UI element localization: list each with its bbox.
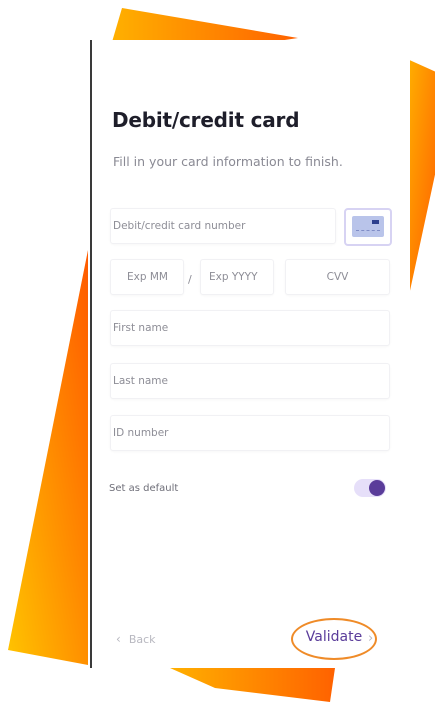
toggle-knob <box>369 480 385 496</box>
card-form-panel: Debit/credit card Fill in your card info… <box>90 40 410 668</box>
exp-year-field[interactable]: Exp YYYY <box>200 259 274 295</box>
back-button[interactable]: ‹ Back <box>116 632 156 646</box>
card-number-placeholder: Debit/credit card number <box>113 220 246 232</box>
left-decor-shape <box>8 250 88 665</box>
card-type-button[interactable] <box>344 208 392 246</box>
exp-year-placeholder: Exp YYYY <box>209 271 258 283</box>
cvv-placeholder: CVV <box>326 271 349 283</box>
date-separator: / <box>188 273 192 286</box>
bottom-decor-shape <box>170 668 335 702</box>
set-default-toggle[interactable] <box>354 479 386 497</box>
validate-highlight: Validate <box>291 618 377 660</box>
last-name-placeholder: Last name <box>113 375 168 387</box>
cvv-field[interactable]: CVV <box>285 259 390 295</box>
back-label: Back <box>128 632 156 646</box>
exp-month-field[interactable]: Exp MM <box>110 259 184 295</box>
id-number-placeholder: ID number <box>113 427 169 439</box>
id-number-field[interactable]: ID number <box>110 415 390 451</box>
card-number-field[interactable]: Debit/credit card number <box>110 208 336 244</box>
set-default-label: Set as default <box>109 483 179 494</box>
exp-month-placeholder: Exp MM <box>127 271 168 283</box>
last-name-field[interactable]: Last name <box>110 363 390 399</box>
chevron-right-icon[interactable]: › <box>368 631 373 646</box>
first-name-placeholder: First name <box>113 322 169 334</box>
first-name-field[interactable]: First name <box>110 310 390 346</box>
credit-card-icon <box>352 216 384 237</box>
validate-button[interactable]: Validate <box>293 629 375 645</box>
page-title: Debit/credit card <box>112 108 300 132</box>
chevron-left-icon: ‹ <box>116 632 121 646</box>
page-subtitle: Fill in your card information to finish. <box>113 154 343 169</box>
